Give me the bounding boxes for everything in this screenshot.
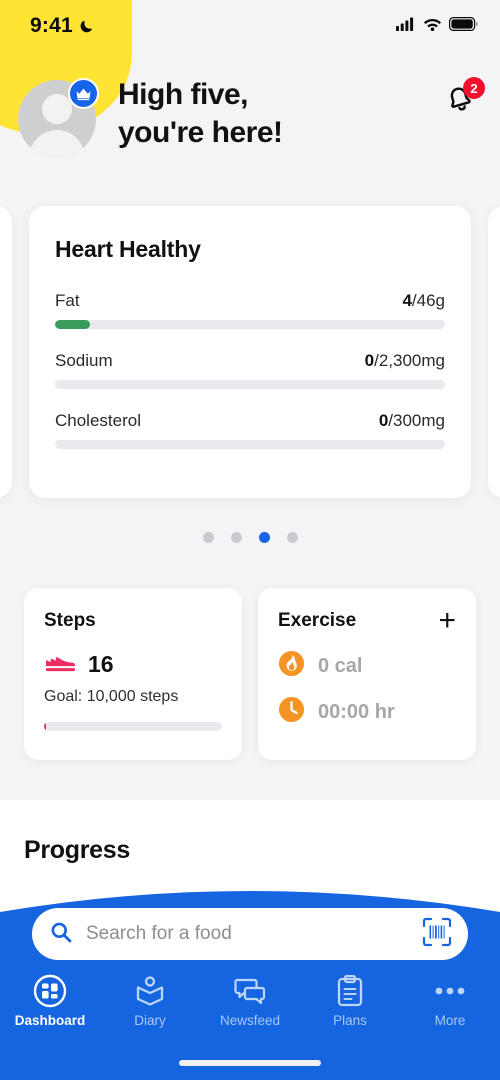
nutrient-row: Cholesterol 0/300mg — [55, 411, 445, 449]
nutrient-name: Fat — [55, 291, 80, 310]
greeting-line-1: High five, — [118, 78, 249, 111]
carousel-card-next[interactable] — [488, 206, 500, 498]
nutrient-name: Cholesterol — [55, 411, 141, 430]
steps-card[interactable]: Steps 16 Goal: 10,000 steps — [24, 588, 242, 760]
battery-full-icon — [449, 16, 478, 36]
status-time: 9:41 — [30, 14, 73, 37]
tab-diary[interactable]: Diary — [100, 974, 200, 1028]
exercise-duration-row: 00:00 hr — [278, 696, 456, 728]
barcode-scanner-icon[interactable] — [422, 917, 452, 952]
nutrient-row: Sodium 0/2,300mg — [55, 351, 445, 389]
steps-progress-fill — [44, 722, 47, 731]
tab-more[interactable]: More — [400, 974, 500, 1028]
crown-badge-icon — [68, 78, 99, 109]
tab-label: Newsfeed — [219, 1013, 281, 1028]
exercise-card[interactable]: Exercise + 0 cal 00:00 hr — [258, 588, 476, 760]
carousel-pagination-dots[interactable] — [0, 532, 500, 543]
nutrient-target: /2,300mg — [374, 351, 445, 370]
more-dots-icon — [433, 974, 467, 1008]
search-bar[interactable]: Search for a food — [32, 908, 468, 960]
flame-icon — [278, 650, 305, 682]
page-title: High five, you're here! — [118, 76, 283, 153]
avatar-head — [42, 94, 72, 124]
notification-count-badge: 2 — [463, 77, 485, 99]
card-title: Heart Healthy — [55, 236, 201, 262]
steps-goal-text: Goal: 10,000 steps — [44, 688, 179, 705]
progress-title: Progress — [24, 836, 130, 864]
nutrient-target: /300mg — [388, 411, 445, 430]
plans-clipboard-icon — [337, 974, 363, 1008]
search-icon — [50, 921, 72, 948]
carousel-card-previous[interactable] — [0, 206, 12, 498]
tab-newsfeed[interactable]: Newsfeed — [200, 974, 300, 1028]
header: High five, you're here! 2 — [0, 52, 500, 192]
tab-dashboard[interactable]: Dashboard — [0, 974, 100, 1028]
nutrient-value: 4/46g — [402, 291, 445, 311]
exercise-duration-value: 00:00 hr — [318, 700, 395, 723]
bottom-navigation-panel: Search for a food Dashboard Diary Newsfeed… — [0, 882, 500, 1080]
nutrient-name: Sodium — [55, 351, 113, 370]
dashboard-grid-icon — [33, 974, 67, 1008]
avatar[interactable] — [18, 78, 99, 158]
clock-icon — [278, 696, 305, 728]
exercise-title: Exercise — [278, 610, 357, 631]
wifi-icon — [423, 17, 442, 36]
running-shoe-icon — [44, 650, 76, 679]
notifications-button[interactable]: 2 — [442, 77, 485, 122]
nutrient-target: /46g — [411, 291, 445, 310]
carousel-dot-3[interactable] — [286, 532, 298, 543]
nutrient-labels: Fat 4/46g — [55, 291, 445, 311]
nutrient-card-carousel[interactable]: Heart Healthy Fat 4/46g Sodium 0/2,300mg Cho… — [0, 192, 500, 517]
tab-plans[interactable]: Plans — [300, 974, 400, 1028]
carousel-dot-0[interactable] — [202, 532, 214, 543]
tab-label: Plans — [333, 1013, 367, 1028]
exercise-card-header: Exercise + — [278, 606, 456, 636]
carousel-dot-1[interactable] — [230, 532, 242, 543]
add-exercise-button[interactable]: + — [438, 606, 456, 636]
tab-label: More — [434, 1013, 466, 1028]
greeting-line-2: you're here! — [118, 116, 283, 150]
nutrient-current: 0 — [378, 411, 389, 430]
avatar-body — [29, 130, 85, 158]
tab-label: Diary — [134, 1013, 166, 1028]
steps-count: 16 — [88, 651, 114, 677]
nutrient-row: Fat 4/46g — [55, 291, 445, 329]
newsfeed-chat-icon — [234, 974, 266, 1008]
cellular-signal-icon — [396, 17, 416, 36]
nutrient-progress-fill — [55, 320, 91, 329]
nutrient-current: 4 — [402, 291, 412, 310]
steps-title: Steps — [44, 610, 96, 631]
status-bar: 9:41 — [0, 0, 500, 52]
carousel-dot-2[interactable] — [258, 532, 270, 543]
tab-label: Dashboard — [14, 1013, 86, 1028]
nutrient-list: Fat 4/46g Sodium 0/2,300mg Cholesterol 0/300m… — [55, 291, 445, 449]
exercise-calories-value: 0 cal — [318, 654, 363, 677]
app-screen: 9:41 High five, you're here! 2 Heart Hea… — [0, 0, 500, 1080]
tab-bar[interactable]: Dashboard Diary Newsfeed Plans More — [0, 974, 500, 1028]
search-input[interactable]: Search for a food — [86, 923, 408, 945]
home-indicator — [179, 1060, 321, 1066]
steps-card-header: Steps — [44, 610, 222, 632]
status-bar-left: 9:41 — [30, 14, 94, 38]
stats-row: Steps 16 Goal: 10,000 steps Exercise + 0… — [0, 588, 500, 760]
diary-book-icon — [135, 974, 165, 1008]
heart-healthy-card[interactable]: Heart Healthy Fat 4/46g Sodium 0/2,300mg Cho… — [29, 206, 471, 498]
nutrient-value: 0/300mg — [379, 411, 445, 431]
status-bar-right — [396, 16, 478, 36]
nutrient-current: 0 — [364, 351, 375, 370]
nutrient-progress-track — [55, 440, 445, 449]
nutrient-value: 0/2,300mg — [365, 351, 445, 371]
exercise-calories-row: 0 cal — [278, 650, 456, 682]
nutrient-labels: Cholesterol 0/300mg — [55, 411, 445, 431]
nutrient-labels: Sodium 0/2,300mg — [55, 351, 445, 371]
nutrient-progress-track — [55, 380, 445, 389]
steps-value-row: 16 — [44, 650, 222, 679]
moon-icon — [79, 19, 94, 34]
steps-progress-track — [44, 722, 222, 731]
nutrient-progress-track — [55, 320, 445, 329]
